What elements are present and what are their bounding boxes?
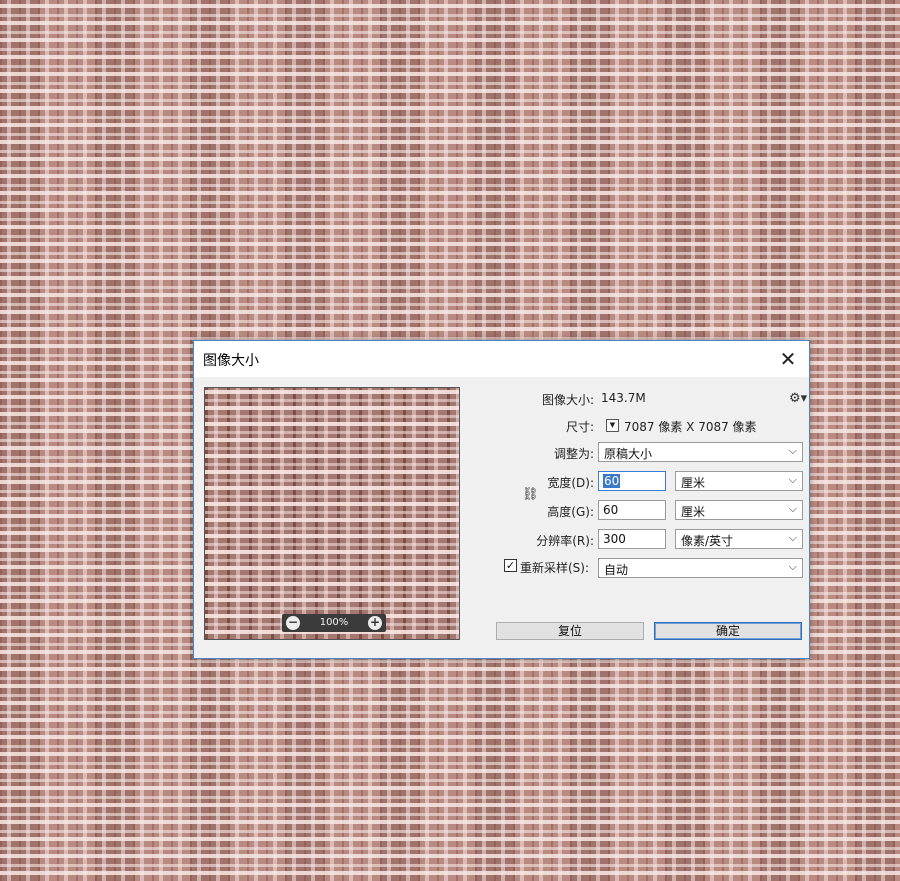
image-size-label: 图像大小: <box>541 393 594 407</box>
width-field[interactable]: 60 <box>598 471 666 491</box>
chevron-down-icon: ⌵ <box>788 473 797 486</box>
zoom-in-button[interactable]: + <box>368 616 382 630</box>
fit-to-label: 调整为: <box>553 447 594 461</box>
height-label: 高度(G): <box>547 505 594 519</box>
close-button[interactable]: ✕ <box>773 345 803 373</box>
gear-icon[interactable]: ⚙▾ <box>789 391 807 406</box>
resolution-unit-select[interactable]: 像素/英寸 ⌵ <box>675 529 803 549</box>
width-unit-value: 厘米 <box>681 476 706 490</box>
height-unit-select[interactable]: 厘米 ⌵ <box>675 500 803 520</box>
chevron-down-icon: ⌵ <box>788 502 797 515</box>
dialog-title: 图像大小 <box>203 353 259 369</box>
zoom-out-button[interactable]: − <box>286 616 300 630</box>
dimensions-label: 尺寸: <box>565 420 594 434</box>
image-size-dialog: 图像大小 ✕ − 100% + 图像大小: 143.7M ⚙▾ 尺寸: ▼ 70… <box>193 340 810 659</box>
zoom-bar: − 100% + <box>282 614 386 632</box>
chevron-down-icon: ⌵ <box>788 531 797 544</box>
image-size-value: 143.7M <box>601 391 646 405</box>
width-label: 宽度(D): <box>547 476 594 490</box>
resample-select[interactable]: 自动 ⌵ <box>598 558 803 578</box>
chevron-down-icon: ⌵ <box>788 444 797 457</box>
height-unit-value: 厘米 <box>681 505 706 519</box>
ok-button[interactable]: 确定 <box>654 622 802 640</box>
width-value: 60 <box>603 474 621 488</box>
resolution-value: 300 <box>603 532 626 546</box>
zoom-level-label: 100% <box>319 617 349 628</box>
width-unit-select[interactable]: 厘米 ⌵ <box>675 471 803 491</box>
image-preview[interactable]: − 100% + <box>204 387 460 640</box>
reset-button[interactable]: 复位 <box>496 622 644 640</box>
resolution-field[interactable]: 300 <box>598 529 666 549</box>
resample-label: 重新采样(S): <box>520 561 590 575</box>
resolution-label: 分辨率(R): <box>536 534 594 548</box>
height-value: 60 <box>603 503 619 517</box>
dimensions-unit-dropdown[interactable]: ▼ <box>606 419 619 432</box>
fit-to-select[interactable]: 原稿大小 ⌵ <box>598 442 803 462</box>
resample-checkbox[interactable]: ✓ <box>504 559 517 572</box>
chevron-down-icon: ⌵ <box>788 560 797 573</box>
height-field[interactable]: 60 <box>598 500 666 520</box>
resolution-unit-value: 像素/英寸 <box>681 534 734 548</box>
resample-value: 自动 <box>604 563 629 577</box>
fit-to-value: 原稿大小 <box>604 447 653 461</box>
dimensions-value: 7087 像素 X 7087 像素 <box>624 420 757 434</box>
dialog-titlebar: 图像大小 ✕ <box>194 341 809 377</box>
